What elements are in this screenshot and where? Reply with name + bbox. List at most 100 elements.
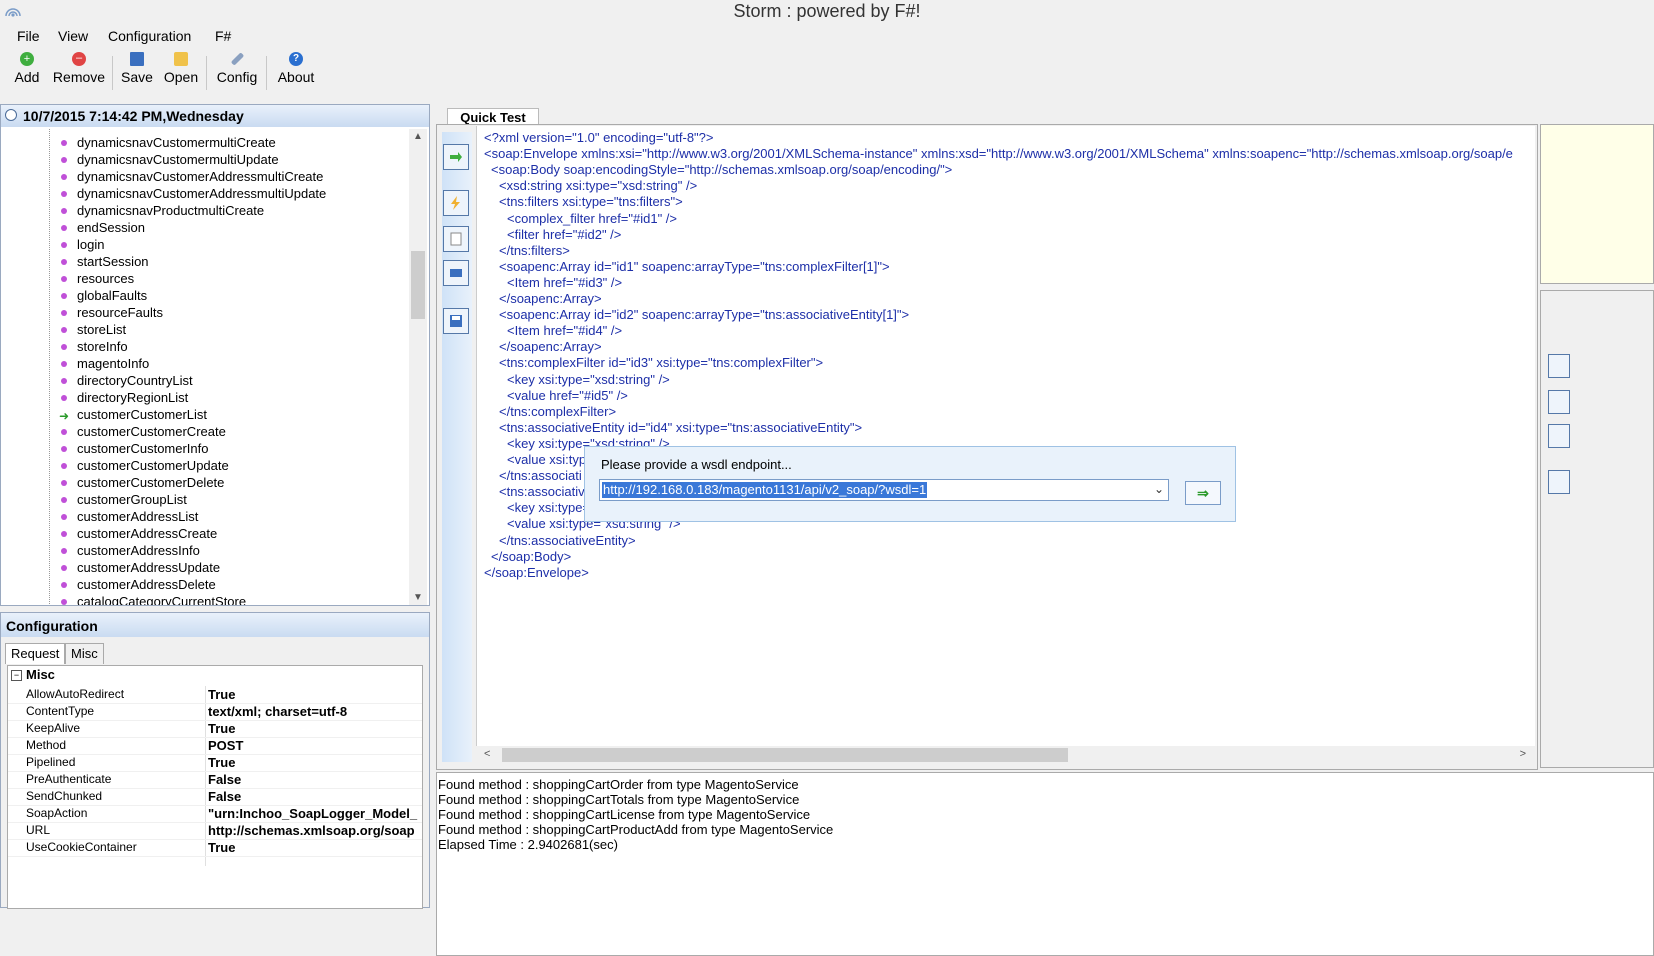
tree-item[interactable]: customerCustomerUpdate [1,457,409,474]
tree-item[interactable]: dynamicsnavProductmultiCreate [1,202,409,219]
tree-item[interactable]: magentoInfo [1,355,409,372]
tree-item[interactable]: dynamicsnavCustomermultiUpdate [1,151,409,168]
property-value[interactable]: True [208,686,235,703]
chevron-down-icon[interactable]: ⌄ [1154,482,1164,496]
add-button[interactable]: + Add [12,52,42,85]
tree-item[interactable]: directoryRegionList [1,389,409,406]
tree-item[interactable]: globalFaults [1,287,409,304]
side-invoke-button[interactable] [1548,354,1570,378]
property-value[interactable]: True [208,754,235,771]
tree-scrollbar[interactable]: ▲ ▼ [409,129,427,605]
tree-item[interactable]: storeInfo [1,338,409,355]
property-value[interactable]: True [208,839,235,856]
property-row[interactable]: SoapAction "urn:Inchoo_SoapLogger_Model_ [8,805,422,823]
property-name: AllowAutoRedirect [26,687,125,701]
tab-request[interactable]: Request [5,643,66,664]
method-bullet-icon [61,174,67,180]
tree-item[interactable]: customerCustomerCreate [1,423,409,440]
property-row[interactable]: PreAuthenticate False [8,771,422,789]
tree-item[interactable]: customerAddressList [1,508,409,525]
document-button[interactable] [443,226,469,252]
tree-item[interactable]: customerAddressCreate [1,525,409,542]
property-name: URL [26,823,51,837]
tree-item[interactable]: catalogCategoryCurrentStore [1,593,409,605]
remove-button[interactable]: – Remove [52,52,106,85]
property-row[interactable]: Method POST [8,737,422,755]
tree-item[interactable]: endSession [1,219,409,236]
menu-file[interactable]: File [17,28,40,44]
property-row[interactable]: UseCookieContainer True [8,839,422,857]
menu-fsharp[interactable]: F# [215,28,231,44]
tree-item[interactable]: customerAddressInfo [1,542,409,559]
method-tree[interactable]: dynamicsnavCustomermultiCreate dynamicsna… [1,129,409,605]
tree-item[interactable]: storeList [1,321,409,338]
log-line: Elapsed Time : 2.9402681(sec) [438,837,618,852]
editor-scroll-thumb[interactable] [502,748,1068,762]
wsdl-endpoint-value[interactable]: http://192.168.0.183/magento1131/api/v2_… [602,482,928,498]
property-value[interactable]: "urn:Inchoo_SoapLogger_Model_ [208,805,417,822]
tree-item[interactable]: dynamicsnavCustomermultiCreate [1,134,409,151]
xml-line: <value href="#id5" /> [507,387,628,403]
tree-item[interactable]: directoryCountryList [1,372,409,389]
property-row[interactable]: URL http://schemas.xmlsoap.org/soap [8,822,422,840]
tree-scroll-thumb[interactable] [411,251,425,319]
property-value[interactable]: False [208,771,241,788]
scroll-left-icon[interactable]: < [484,748,490,760]
save-request-button[interactable] [443,308,469,334]
property-row[interactable]: AllowAutoRedirect True [8,686,422,704]
property-row[interactable]: ContentType text/xml; charset=utf-8 [8,703,422,721]
tree-item[interactable]: startSession [1,253,409,270]
xml-line: <tns:complexFilter id="id3" xsi:type="tn… [499,355,824,371]
menu-view[interactable]: View [58,28,88,44]
tree-item[interactable]: login [1,236,409,253]
side-document-button[interactable] [1548,390,1570,414]
tree-item[interactable]: customerGroupList [1,491,409,508]
go-button[interactable]: ⇒ [1185,481,1221,505]
invoke-button[interactable] [443,190,469,216]
editor-hscrollbar[interactable]: < > [476,746,1534,764]
property-value[interactable]: True [208,720,235,737]
property-value[interactable]: POST [208,737,243,754]
save-button[interactable]: Save [120,52,154,85]
scroll-up-icon[interactable]: ▲ [413,131,423,142]
side-html-button[interactable] [1548,424,1570,448]
tree-item[interactable]: customerCustomerInfo [1,440,409,457]
tree-item[interactable]: resources [1,270,409,287]
wsdl-endpoint-combo[interactable]: http://192.168.0.183/magento1131/api/v2_… [599,479,1169,501]
config-button[interactable]: Config [214,52,260,85]
tree-item[interactable]: resourceFaults [1,304,409,321]
tree-item-label: catalogCategoryCurrentStore [77,594,247,605]
run-button[interactable] [443,144,469,170]
menu-configuration[interactable]: Configuration [108,28,191,44]
open-button[interactable]: Open [162,52,200,85]
method-bullet-icon [61,344,67,350]
property-grid[interactable]: − Misc AllowAutoRedirect True ContentType t… [7,665,423,909]
property-value[interactable]: text/xml; charset=utf-8 [208,703,347,720]
method-bullet-icon [61,429,67,435]
property-row[interactable]: KeepAlive True [8,720,422,738]
scroll-right-icon[interactable]: > [1520,748,1526,760]
method-bullet-icon [61,225,67,231]
collapse-icon[interactable]: − [11,670,22,681]
about-button[interactable]: ? About [274,52,318,85]
toolbar: + Add – Remove Save Open Config ? About [0,50,1654,96]
tree-item[interactable]: dynamicsnavCustomerAddressmultiUpdate [1,185,409,202]
tree-item[interactable]: customerAddressUpdate [1,559,409,576]
property-value[interactable]: False [208,788,241,805]
scroll-down-icon[interactable]: ▼ [413,592,423,603]
tree-item-label: directoryCountryList [77,373,193,388]
property-row[interactable]: SendChunked False [8,788,422,806]
tab-misc[interactable]: Misc [65,643,104,664]
property-value[interactable]: http://schemas.xmlsoap.org/soap [208,822,415,839]
tree-item[interactable]: dynamicsnavCustomerAddressmultiCreate [1,168,409,185]
xml-line: <filter href="#id2" /> [507,226,622,242]
side-save-button[interactable] [1548,470,1570,494]
xml-editor[interactable]: <?xml version="1.0" encoding="utf-8"?> <s… [476,126,1535,746]
tree-item[interactable]: ➜ customerCustomerList [1,406,409,423]
log-line: Found method : shoppingCartLicense from … [438,807,811,822]
property-row[interactable]: Pipelined True [8,754,422,772]
method-bullet-icon [61,361,67,367]
html-button[interactable] [443,260,469,286]
tree-item[interactable]: customerAddressDelete [1,576,409,593]
tree-item[interactable]: customerCustomerDelete [1,474,409,491]
